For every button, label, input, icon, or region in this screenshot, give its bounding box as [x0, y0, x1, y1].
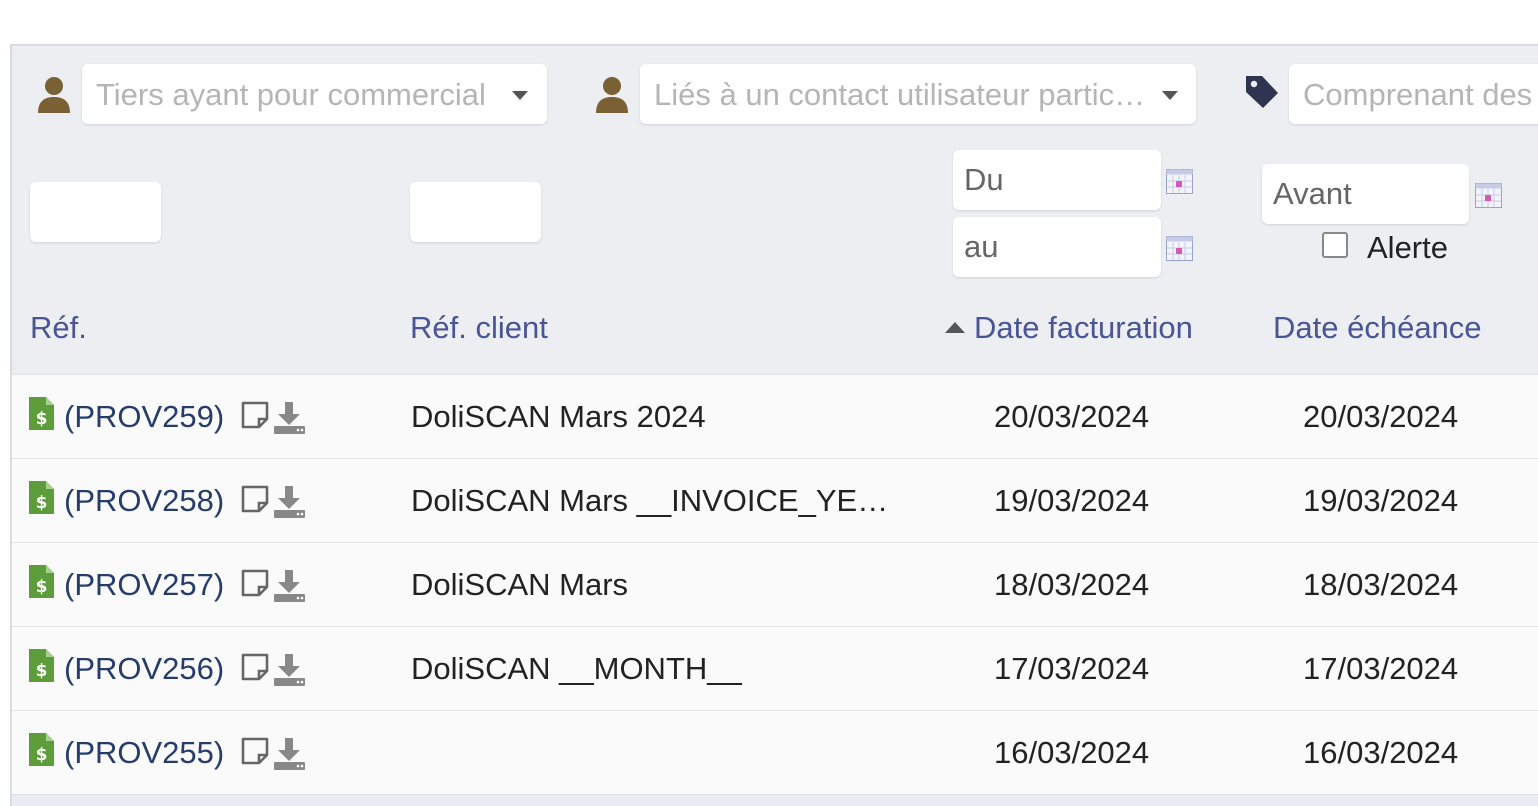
- chevron-down-icon: [512, 91, 528, 100]
- table-row: $ (PROV259) DoliSCAN Mars 2024 20/03/202…: [12, 374, 1538, 458]
- ref-client-filter-input[interactable]: [410, 182, 541, 242]
- invoice-date-cell: 18/03/2024: [994, 567, 1150, 602]
- svg-text:$: $: [36, 493, 48, 513]
- contact-select[interactable]: Liés à un contact utilisateur particulie…: [640, 64, 1196, 124]
- invoice-ref-link[interactable]: (PROV256): [64, 627, 224, 711]
- table-row: $ (PROV256) DoliSCAN __MONTH__ 17/03/202…: [12, 626, 1538, 710]
- invoice-ref-link[interactable]: (PROV257): [64, 543, 224, 627]
- svg-text:$: $: [36, 745, 48, 765]
- invoice-ref-link[interactable]: (PROV255): [64, 711, 224, 795]
- alert-checkbox[interactable]: [1322, 232, 1348, 258]
- note-icon[interactable]: [241, 401, 269, 429]
- chevron-down-icon: [1162, 91, 1178, 100]
- table-row: $ (PROV258) DoliSCAN Mars __INVOICE_YEAR…: [12, 458, 1538, 542]
- invoice-icon: $: [29, 481, 54, 514]
- svg-text:$: $: [36, 661, 48, 681]
- ref-client-cell: DoliSCAN __MONTH__: [411, 651, 742, 686]
- tags-placeholder: Comprenant des tags: [1303, 77, 1538, 112]
- due-date-cell: 20/03/2024: [1303, 399, 1459, 434]
- ref-client-cell: DoliSCAN Mars 2024: [411, 399, 706, 434]
- invoice-list-panel: Tiers ayant pour commercial Liés à un co…: [10, 44, 1538, 806]
- ref-client-cell: DoliSCAN Mars __INVOICE_YEAR__: [411, 483, 895, 518]
- tag-icon: [1246, 76, 1278, 108]
- due-date-cell: 17/03/2024: [1303, 651, 1459, 686]
- download-icon[interactable]: [274, 654, 308, 686]
- invoice-date-cell: 17/03/2024: [994, 651, 1150, 686]
- calendar-icon[interactable]: [1475, 183, 1502, 208]
- column-header-ref-client[interactable]: Réf. client: [410, 310, 548, 346]
- note-icon[interactable]: [241, 737, 269, 765]
- invoice-ref-link[interactable]: (PROV258): [64, 459, 224, 543]
- due-date-cell: 16/03/2024: [1303, 735, 1459, 770]
- sales-rep-select[interactable]: Tiers ayant pour commercial: [82, 64, 547, 124]
- svg-text:$: $: [36, 577, 48, 597]
- contact-placeholder: Liés à un contact utilisateur particulie…: [654, 77, 1146, 112]
- invoice-date-cell: 20/03/2024: [994, 399, 1150, 434]
- date-to-input[interactable]: [953, 217, 1161, 277]
- user-icon: [596, 77, 628, 113]
- invoice-icon: $: [29, 397, 54, 430]
- svg-text:$: $: [36, 409, 48, 429]
- download-icon[interactable]: [274, 570, 308, 602]
- sales-rep-placeholder: Tiers ayant pour commercial: [96, 77, 486, 112]
- column-header-ref[interactable]: Réf.: [30, 310, 87, 346]
- note-icon[interactable]: [241, 485, 269, 513]
- invoice-icon: $: [29, 565, 54, 598]
- download-icon[interactable]: [274, 402, 308, 434]
- due-date-cell: 18/03/2024: [1303, 567, 1459, 602]
- table-bottom-edge: [12, 794, 1538, 806]
- table-row: $ (PROV257) DoliSCAN Mars 18/03/2024 18/…: [12, 542, 1538, 626]
- ref-filter-input[interactable]: [30, 182, 161, 242]
- note-icon[interactable]: [241, 653, 269, 681]
- invoice-icon: $: [29, 733, 54, 766]
- due-date-cell: 19/03/2024: [1303, 483, 1459, 518]
- calendar-icon[interactable]: [1166, 169, 1193, 194]
- download-icon[interactable]: [274, 486, 308, 518]
- invoice-date-cell: 16/03/2024: [994, 735, 1150, 770]
- column-header-date-invoice[interactable]: Date facturation: [974, 310, 1193, 346]
- date-from-input[interactable]: [953, 150, 1161, 210]
- table-row: $ (PROV255) 16/03/2024 16/03/2024: [12, 710, 1538, 794]
- alert-label: Alerte: [1367, 230, 1448, 265]
- due-before-input[interactable]: [1262, 164, 1469, 224]
- note-icon[interactable]: [241, 569, 269, 597]
- ref-client-cell: DoliSCAN Mars: [411, 567, 629, 602]
- calendar-icon[interactable]: [1166, 236, 1193, 261]
- invoice-table-body: $ (PROV259) DoliSCAN Mars 2024 20/03/202…: [12, 374, 1538, 794]
- download-icon[interactable]: [274, 738, 308, 770]
- invoice-ref-link[interactable]: (PROV259): [64, 375, 224, 459]
- invoice-date-cell: 19/03/2024: [994, 483, 1150, 518]
- tags-select[interactable]: Comprenant des tags: [1289, 64, 1538, 124]
- sort-ascending-icon[interactable]: [945, 322, 965, 333]
- invoice-icon: $: [29, 649, 54, 682]
- user-icon: [38, 77, 70, 113]
- column-header-date-due[interactable]: Date échéance: [1273, 310, 1482, 346]
